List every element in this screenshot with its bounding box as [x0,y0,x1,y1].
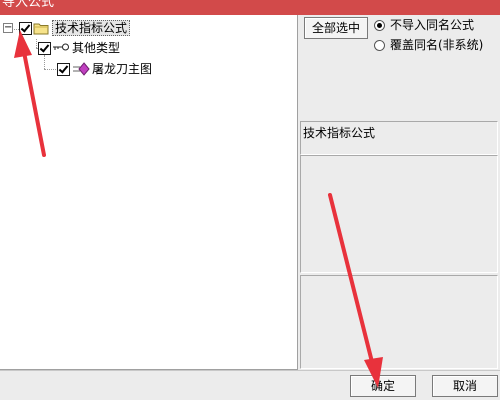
item-checkbox[interactable] [57,63,70,76]
window-title: 导入公式 [2,0,55,10]
tree-node-root[interactable]: − 技术指标公式 [0,20,200,38]
root-checkbox[interactable] [19,22,32,35]
tree-category-label[interactable]: 其他类型 [72,41,120,55]
radio-overwrite-label[interactable]: 覆盖同名(非系统) [390,37,483,53]
radio-overwrite-option[interactable]: 覆盖同名(非系统) [374,37,498,53]
ok-button[interactable]: 确定 [350,375,416,397]
category-checkbox[interactable] [38,42,51,55]
options-panel: 全部选中 不导入同名公式 覆盖同名(非系统) 技术指标公式 [298,15,500,370]
selected-name-box: 技术指标公式 [300,121,498,155]
collapse-toggle-icon[interactable]: − [3,23,13,33]
dialog-footer: 确定 取消 [0,370,500,400]
radio-no-import-label[interactable]: 不导入同名公式 [390,17,474,33]
tree-root-label[interactable]: 技术指标公式 [52,20,131,36]
title-bar: 导入公式 [0,0,500,15]
import-formula-dialog: 导入公式 − 技术指标公式 其他类型 屠龙刀主图 全部选中 不导入同名公式 覆盖… [0,0,500,400]
key-icon [53,43,69,51]
cancel-button[interactable]: 取消 [432,375,498,397]
radio-no-import[interactable] [374,20,385,31]
tree-node-category[interactable]: 其他类型 [0,40,200,58]
detail-box [300,275,498,369]
selected-name-label: 技术指标公式 [303,126,376,140]
radio-no-import-option[interactable]: 不导入同名公式 [374,17,498,33]
indicator-formula-icon [73,62,90,76]
folder-icon [33,23,49,35]
description-box [300,155,498,273]
radio-overwrite[interactable] [374,40,385,51]
tree-item-label[interactable]: 屠龙刀主图 [92,62,152,76]
select-all-button[interactable]: 全部选中 [304,17,368,39]
formula-tree[interactable]: − 技术指标公式 其他类型 屠龙刀主图 [0,15,298,370]
tree-node-item[interactable]: 屠龙刀主图 [0,61,200,79]
